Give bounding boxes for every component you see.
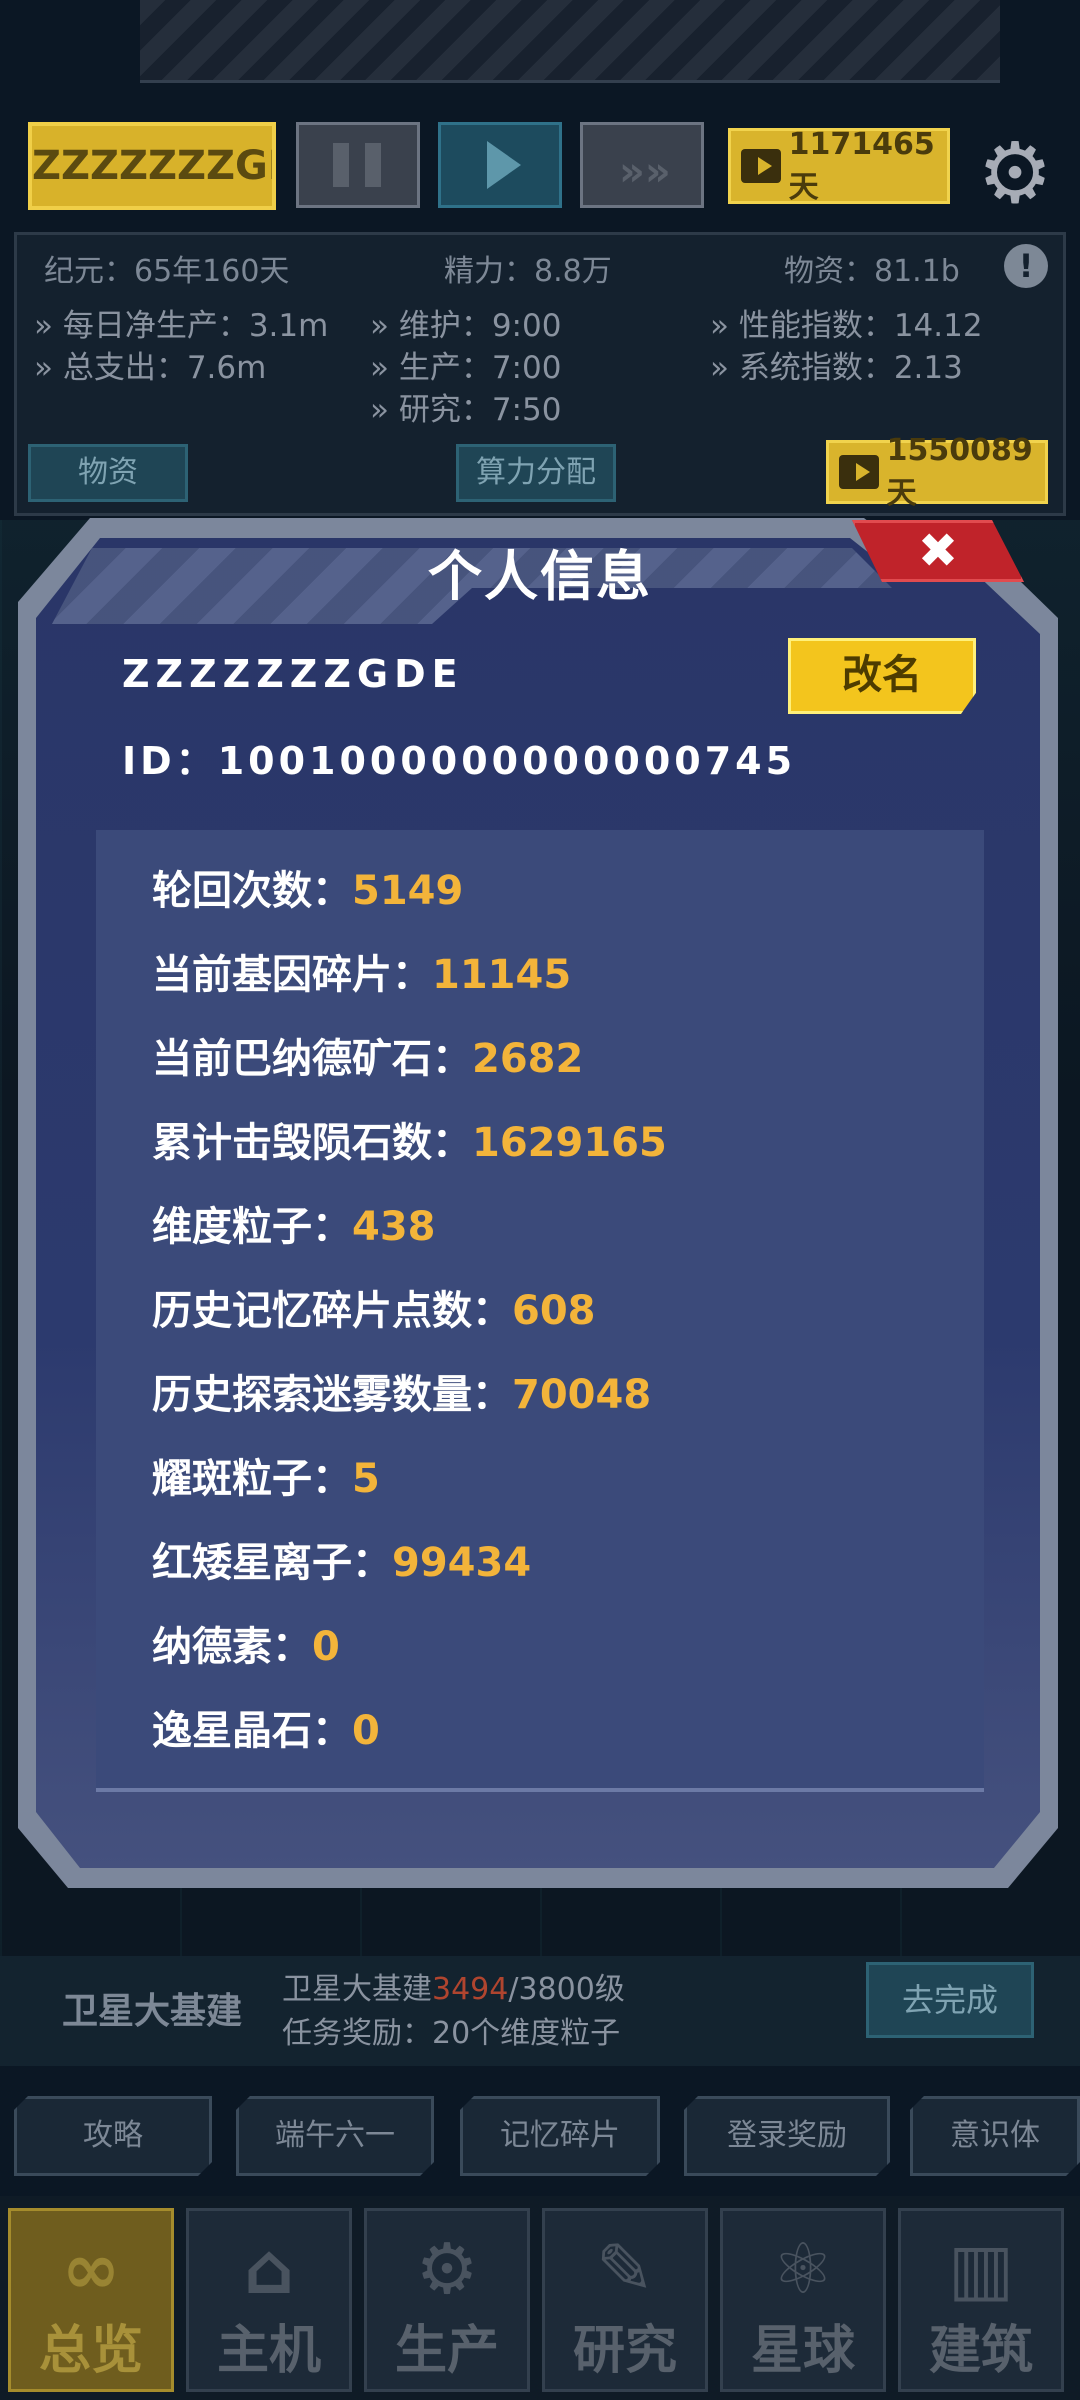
- info-row-fog-explored: 历史探索迷雾数量：70048: [152, 1372, 652, 1418]
- sys-index-text: » 系统指数：2.13: [710, 350, 963, 386]
- rename-button[interactable]: 改名: [788, 638, 976, 714]
- host-icon: ⌂: [243, 2228, 295, 2310]
- task-reward: 任务奖励：20个维度粒子: [282, 2016, 621, 2051]
- research-icon: ✎: [595, 2228, 655, 2310]
- play-button[interactable]: [438, 122, 562, 208]
- energy-text: 精力：8.8万: [444, 254, 612, 289]
- fast-forward-icon: »»: [619, 149, 671, 195]
- chip-guide[interactable]: 攻略: [14, 2096, 212, 2176]
- user-id: ID：1001000000000000745: [122, 739, 797, 783]
- username: ZZZZZZZGDE: [122, 652, 464, 696]
- maintain-text: » 维护：9:00: [370, 308, 562, 344]
- info-row-flare-particles: 耀斑粒子：5: [152, 1456, 380, 1502]
- info-row-memory-points: 历史记忆碎片点数：608: [152, 1288, 596, 1334]
- top-decoration: [140, 0, 1000, 83]
- task-complete-button[interactable]: 去完成: [866, 1962, 1034, 2038]
- nav-host[interactable]: ⌂ 主机: [186, 2208, 352, 2392]
- supplies-text: 物资：81.1b: [784, 254, 960, 289]
- daily-net-text: » 每日净生产：3.1m: [34, 308, 329, 344]
- play-icon: [487, 141, 521, 189]
- compute-tab[interactable]: 算力分配: [456, 444, 616, 502]
- nav-planet[interactable]: ⚛ 星球: [720, 2208, 886, 2392]
- era-text: 纪元：65年160天: [44, 254, 290, 289]
- video-reward-button-2[interactable]: 1550089天: [826, 433, 1048, 511]
- task-progress: 卫星大基建3494/3800级: [282, 1972, 625, 2007]
- video-icon: [741, 149, 781, 183]
- chip-login-reward[interactable]: 登录奖励: [684, 2096, 890, 2176]
- video-icon: [839, 455, 879, 489]
- video-reward-text: 1171465天: [788, 126, 935, 205]
- info-row-gene-fragments: 当前基因碎片：11145: [152, 952, 572, 998]
- total-spend-text: » 总支出：7.6m: [34, 350, 267, 386]
- info-row-barnard-ore: 当前巴纳德矿石：2682: [152, 1036, 584, 1082]
- info-row-red-dwarf-ions: 红矮星离子：99434: [152, 1540, 532, 1586]
- video-reward-text: 1550089天: [886, 432, 1033, 511]
- video-reward-button-1[interactable]: 1171465天: [728, 126, 950, 205]
- info-row-reincarnations: 轮回次数：5149: [152, 868, 464, 914]
- nav-building[interactable]: ▥ 建筑: [898, 2208, 1064, 2392]
- atom-icon: ⚛: [771, 2228, 835, 2310]
- produce-text: » 生产：7:00: [370, 350, 562, 386]
- fast-forward-button[interactable]: »»: [580, 122, 704, 208]
- pause-button[interactable]: [296, 122, 420, 208]
- close-icon: ✖: [917, 523, 959, 579]
- gear-icon[interactable]: ⚙: [972, 130, 1058, 216]
- nav-overview[interactable]: ∞ 总览: [8, 2208, 174, 2392]
- info-row-star-crystal: 逸星晶石：0: [152, 1708, 380, 1754]
- nav-production[interactable]: ⚙ 生产: [364, 2208, 530, 2392]
- infinity-icon: ∞: [61, 2228, 121, 2310]
- building-icon: ▥: [947, 2228, 1015, 2310]
- player-name-chip[interactable]: ZZZZZZZGDE: [28, 122, 276, 210]
- pause-icon: [333, 143, 349, 187]
- supplies-tab[interactable]: 物资: [28, 444, 188, 502]
- alert-icon[interactable]: !: [1004, 244, 1048, 288]
- task-title: 卫星大基建: [62, 1991, 243, 2032]
- info-row-nadesu: 纳德素：0: [152, 1624, 340, 1670]
- info-row-dimension-particles: 维度粒子：438: [152, 1204, 436, 1250]
- nav-research[interactable]: ✎ 研究: [542, 2208, 708, 2392]
- info-row-meteors-destroyed: 累计击毁陨石数：1629165: [152, 1120, 667, 1166]
- chip-festival[interactable]: 端午六一: [236, 2096, 434, 2176]
- chip-consciousness[interactable]: 意识体: [910, 2096, 1080, 2176]
- chip-memory[interactable]: 记忆碎片: [460, 2096, 660, 2176]
- research-text: » 研究：7:50: [370, 392, 562, 428]
- factory-icon: ⚙: [415, 2228, 479, 2310]
- perf-index-text: » 性能指数：14.12: [710, 308, 983, 344]
